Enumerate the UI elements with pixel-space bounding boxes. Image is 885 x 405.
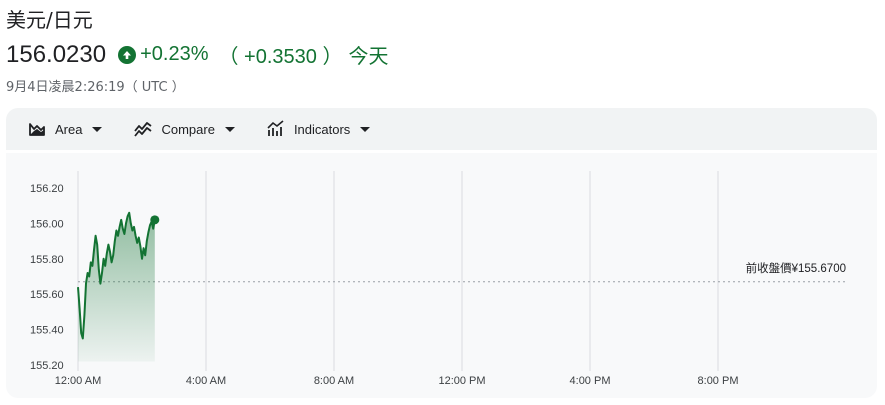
- arrow-up-circle-icon: [118, 45, 137, 64]
- change-percent: +0.23%: [140, 43, 209, 65]
- chevron-down-icon: [92, 126, 103, 132]
- current-price-dot: [150, 215, 160, 225]
- area-chart-icon: [29, 123, 45, 136]
- area-chart-type-button[interactable]: Area: [28, 120, 103, 138]
- compare-button-label: Compare: [161, 121, 215, 137]
- compare-icon: [134, 122, 153, 137]
- area-button-label: Area: [55, 121, 83, 137]
- current-price: 156.0230: [6, 40, 107, 68]
- compare-button[interactable]: Compare: [134, 120, 235, 138]
- x-tick-label: 12:00 PM: [438, 375, 485, 387]
- y-tick-label: 156.00: [30, 218, 64, 230]
- y-tick-label: 155.20: [30, 360, 64, 372]
- x-tick-label: 4:00 AM: [186, 375, 226, 387]
- indicators-icon: [267, 120, 284, 136]
- indicators-button[interactable]: Indicators: [267, 120, 371, 138]
- x-tick-label: 4:00 PM: [570, 375, 611, 387]
- price-chart: 12:00 AM 4:00 AM 8:00 AM 12:00 PM 4:00 PM 8:0…: [6, 153, 877, 398]
- price-chart-svg: 12:00 AM 4:00 AM 8:00 AM 12:00 PM 4:00 PM 8:0…: [30, 171, 846, 387]
- currency-pair-title: 美元/日元: [6, 8, 93, 32]
- x-tick-label: 8:00 AM: [314, 375, 354, 387]
- x-tick-label: 8:00 PM: [698, 375, 739, 387]
- chevron-down-icon: [360, 126, 371, 132]
- change-absolute: （ +0.3530 ）: [218, 46, 343, 68]
- y-tick-label: 155.60: [30, 289, 64, 301]
- chevron-down-icon: [224, 126, 235, 132]
- price-timestamp: 9月4日凌晨2:26:19（ UTC ）: [6, 80, 185, 95]
- y-tick-label: 156.20: [30, 183, 64, 195]
- y-tick-label: 155.80: [30, 254, 64, 266]
- chart-toolbar: Area Compare Indicators: [6, 108, 877, 150]
- price-row: 156.0230 +0.23% （ +0.3530 ） 今天: [6, 40, 388, 69]
- x-tick-label: 12:00 AM: [55, 375, 101, 387]
- change-period: 今天: [348, 44, 389, 68]
- y-tick-label: 155.40: [30, 325, 64, 337]
- indicators-button-label: Indicators: [293, 121, 351, 137]
- previous-close-label: 前收盤價¥155.6700: [746, 261, 846, 275]
